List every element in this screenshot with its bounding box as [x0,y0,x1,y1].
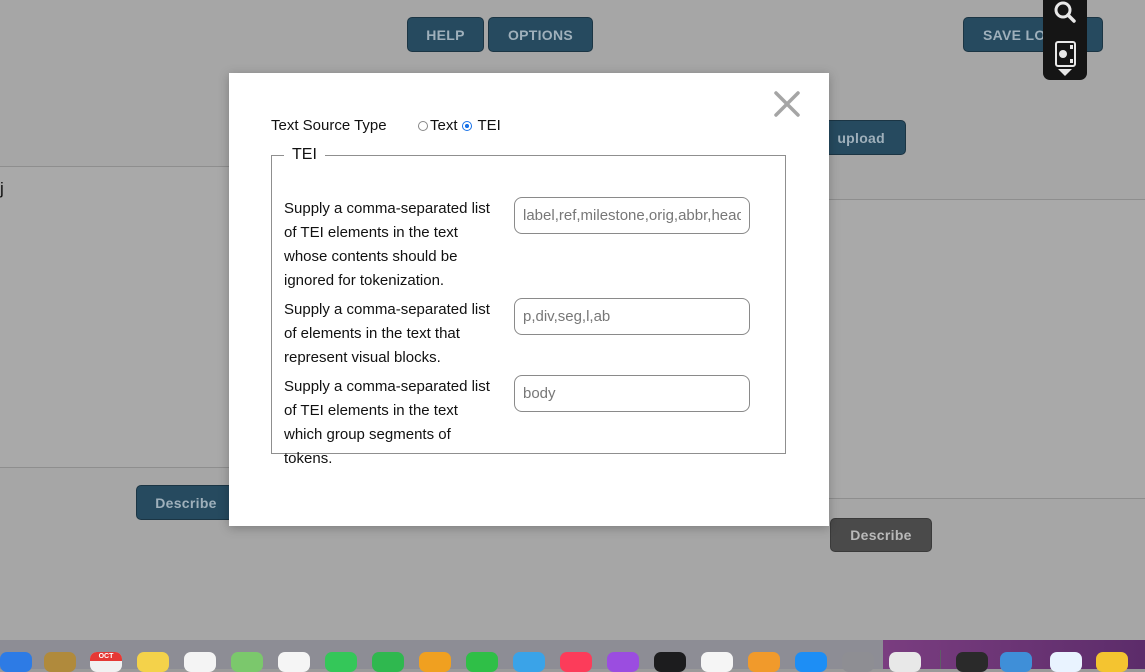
radio-tei-label: TEI [477,117,501,134]
radio-text-label: Text [430,117,458,134]
calendar-month: OCT [90,652,122,661]
news-icon[interactable] [701,652,733,672]
describe-right-button[interactable]: Describe [830,518,932,552]
app-store-icon[interactable] [795,652,827,672]
ignore-elements-label: Supply a comma-separated list of TEI ele… [284,200,490,289]
close-icon[interactable] [772,89,802,119]
right-text-panel[interactable] [829,199,1145,499]
help-button[interactable]: HELP [407,17,484,52]
keynote-icon[interactable] [419,652,451,672]
music-icon[interactable] [560,652,592,672]
visual-blocks-input[interactable] [514,298,750,335]
podcasts-icon[interactable] [607,652,639,672]
maps-icon[interactable] [231,652,263,672]
dock-separator [940,650,941,669]
visual-blocks-label: Supply a comma-separated list of element… [284,301,490,366]
radio-tei[interactable] [461,120,472,131]
floating-toolbar [1043,0,1087,80]
messages-icon[interactable] [325,652,357,672]
photos-icon[interactable] [278,652,310,672]
radio-text-option[interactable]: Text [418,117,458,134]
mail-icon[interactable] [0,652,32,672]
facetime-icon[interactable] [372,652,404,672]
left-text-panel[interactable]: j [0,166,240,468]
tv-icon[interactable] [654,652,686,672]
books-icon[interactable] [748,652,780,672]
text-source-modal: Text Source Type Text TEI TEI Supply a c… [229,73,829,526]
calendar-icon[interactable]: OCT [90,652,122,672]
numbers-icon[interactable] [466,652,498,672]
options-button[interactable]: OPTIONS [488,17,593,52]
describe-left-button[interactable]: Describe [136,485,236,520]
activity-monitor-icon[interactable] [956,652,988,672]
text-source-type-label: Text Source Type [271,117,387,134]
group-segments-label: Supply a comma-separated list of TEI ele… [284,378,490,467]
preview-icon[interactable] [1000,652,1032,672]
contacts-icon[interactable] [44,652,76,672]
radio-tei-option[interactable]: TEI [461,117,501,134]
tei-fieldset: TEI Supply a comma-separated list of TEI… [271,146,786,467]
radio-text[interactable] [418,120,428,131]
left-panel-text: j [0,179,4,198]
chevron-down-icon[interactable] [1058,69,1072,76]
group-segments-input[interactable] [514,375,750,412]
text-source-type-row: Text Source Type Text TEI [271,117,505,134]
safari-icon[interactable] [1050,652,1082,672]
tei-fieldset-legend: TEI [292,146,317,163]
finder-icon[interactable] [1096,652,1128,672]
ignore-elements-input[interactable] [514,197,750,234]
system-preferences-icon[interactable] [842,652,874,672]
screen-capture-icon[interactable] [1055,41,1076,67]
chrome-icon[interactable] [889,652,921,672]
search-icon[interactable] [1054,1,1076,23]
reminders-icon[interactable] [184,652,216,672]
pages-icon[interactable] [513,652,545,672]
notes-icon[interactable] [137,652,169,672]
